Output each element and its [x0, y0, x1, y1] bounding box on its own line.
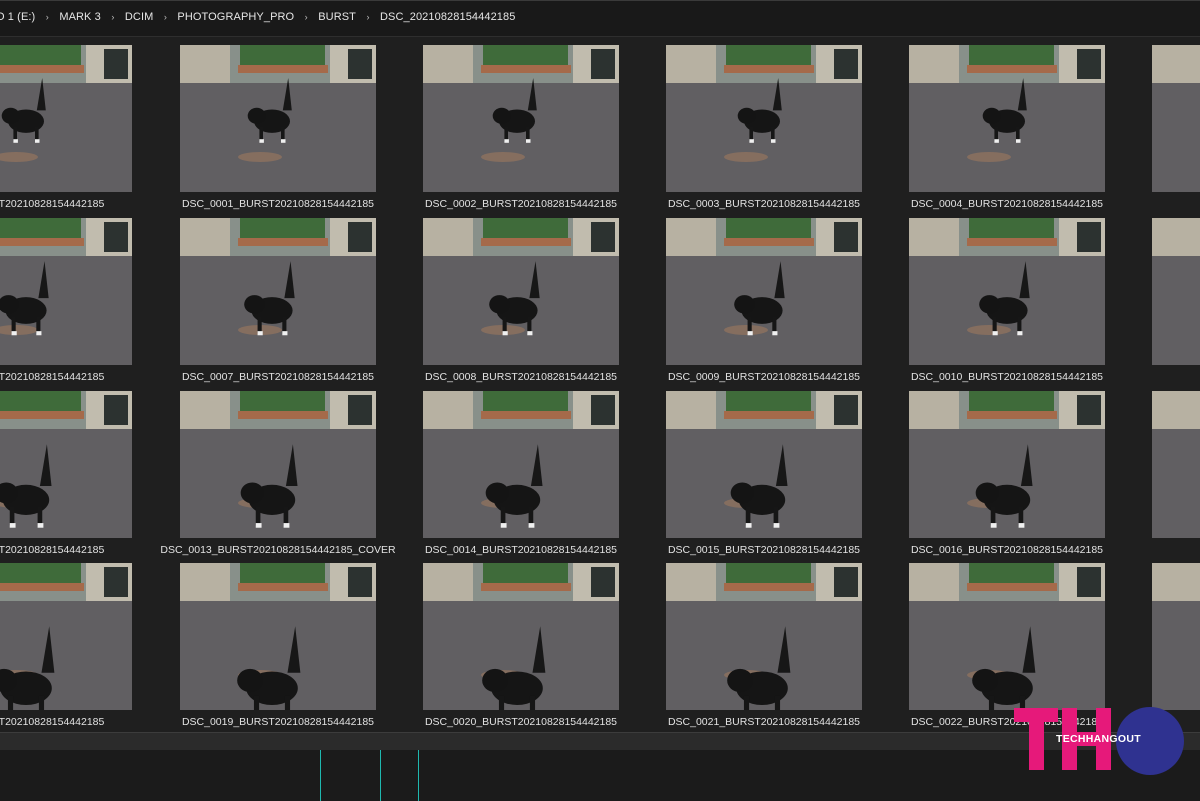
- thumbnail-image[interactable]: [666, 391, 862, 538]
- thumbnail-item[interactable]: DSC_0: [1152, 36, 1200, 209]
- thumbnail-item[interactable]: _BURST20210828154442185: [0, 554, 132, 728]
- logo-wordmark: TECHHANGOUT: [1056, 733, 1141, 745]
- thumbnail-item[interactable]: DSC_0008_BURST20210828154442185: [423, 209, 619, 383]
- breadcrumb-separator: ›: [163, 12, 167, 22]
- breadcrumb-item[interactable]: O 1 (E:): [0, 11, 35, 23]
- thumbnail-image[interactable]: [1152, 563, 1200, 710]
- thumbnail-item[interactable]: DSC_0014_BURST20210828154442185: [423, 382, 619, 556]
- thumbnail-image[interactable]: [180, 563, 376, 710]
- breadcrumb-item[interactable]: MARK 3: [59, 11, 101, 23]
- thumbnail-image[interactable]: [180, 218, 376, 365]
- breadcrumb-item[interactable]: BURST: [318, 11, 356, 23]
- timeline-marker[interactable]: [380, 750, 381, 801]
- techhangout-logo: TECHHANGOUT: [1014, 706, 1184, 775]
- thumbnail-image[interactable]: [423, 391, 619, 538]
- thumbnail-image[interactable]: [909, 45, 1105, 192]
- thumbnail-item[interactable]: DSC_0019_BURST20210828154442185: [180, 554, 376, 728]
- thumbnail-image[interactable]: [666, 45, 862, 192]
- thumbnail-item[interactable]: DSC_0009_BURST20210828154442185: [666, 209, 862, 383]
- thumbnail-image[interactable]: [423, 45, 619, 192]
- thumbnail-item[interactable]: DSC_0004_BURST20210828154442185: [909, 36, 1105, 210]
- breadcrumb: O 1 (E:) › MARK 3 › DCIM › PHOTOGRAPHY_PRO › BUR…: [0, 11, 515, 23]
- thumbnail-grid: _BURST20210828154442185 DSC_0001_BURST202…: [0, 36, 1200, 732]
- breadcrumb-separator: ›: [304, 12, 308, 22]
- thumbnail-image[interactable]: [0, 45, 132, 192]
- thumbnail-image[interactable]: [909, 391, 1105, 538]
- thumbnail-item[interactable]: DSC_0002_BURST20210828154442185: [423, 36, 619, 210]
- thumbnail-image[interactable]: [1152, 218, 1200, 365]
- address-bar-border: [0, 0, 1200, 1]
- thumbnail-image[interactable]: [666, 218, 862, 365]
- thumbnail-item[interactable]: _BURST20210828154442185: [0, 382, 132, 556]
- thumbnail-item[interactable]: DSC_0001_BURST20210828154442185: [180, 36, 376, 210]
- thumbnail-image[interactable]: [1152, 45, 1200, 192]
- thumbnail-item[interactable]: _BURST20210828154442185: [0, 36, 132, 210]
- thumbnail-item[interactable]: DSC_0: [1152, 382, 1200, 555]
- thumbnail-image[interactable]: [666, 563, 862, 710]
- thumbnail-image[interactable]: [180, 45, 376, 192]
- thumbnail-item[interactable]: DSC_0: [1152, 554, 1200, 727]
- timeline-marker[interactable]: [320, 750, 321, 801]
- thumbnail-filename: DSC_0021_BURST20210828154442185: [667, 716, 861, 728]
- thumbnail-image[interactable]: [1152, 391, 1200, 538]
- thumbnail-item[interactable]: DSC_0003_BURST20210828154442185: [666, 36, 862, 210]
- thumbnail-image[interactable]: [423, 218, 619, 365]
- thumbnail-image[interactable]: [423, 563, 619, 710]
- breadcrumb-separator: ›: [111, 12, 115, 22]
- thumbnail-image[interactable]: [909, 563, 1105, 710]
- thumbnail-item[interactable]: DSC_0020_BURST20210828154442185: [423, 554, 619, 728]
- thumbnail-image[interactable]: [180, 391, 376, 538]
- thumbnail-image[interactable]: [0, 218, 132, 365]
- thumbnail-image[interactable]: [909, 218, 1105, 365]
- thumbnail-item[interactable]: DSC_0022_BURST20210828154442185: [909, 554, 1105, 728]
- thumbnail-image[interactable]: [0, 563, 132, 710]
- thumbnail-filename: DSC_0019_BURST20210828154442185: [181, 716, 375, 728]
- thumbnail-item[interactable]: DSC_0015_BURST20210828154442185: [666, 382, 862, 556]
- thumbnail-item[interactable]: DSC_0021_BURST20210828154442185: [666, 554, 862, 728]
- thumbnail-item[interactable]: DSC_0013_BURST20210828154442185_COVER: [160, 382, 396, 556]
- timeline-marker[interactable]: [418, 750, 419, 801]
- breadcrumb-separator: ›: [366, 12, 370, 22]
- thumbnail-filename: DSC_0020_BURST20210828154442185: [424, 716, 618, 728]
- breadcrumb-item[interactable]: DCIM: [125, 11, 154, 23]
- breadcrumb-item[interactable]: DSC_20210828154442185: [380, 11, 515, 23]
- thumbnail-item[interactable]: DSC_0016_BURST20210828154442185: [909, 382, 1105, 556]
- address-bar[interactable]: O 1 (E:) › MARK 3 › DCIM › PHOTOGRAPHY_PRO › BUR…: [0, 0, 1200, 37]
- thumbnail-item[interactable]: DSC_0010_BURST20210828154442185: [909, 209, 1105, 383]
- breadcrumb-separator: ›: [45, 12, 49, 22]
- thumbnail-item[interactable]: DSC_0007_BURST20210828154442185: [180, 209, 376, 383]
- thumbnail-item[interactable]: DSC_0: [1152, 209, 1200, 382]
- breadcrumb-item[interactable]: PHOTOGRAPHY_PRO: [177, 11, 294, 23]
- thumbnail-item[interactable]: _BURST20210828154442185: [0, 209, 132, 383]
- thumbnail-image[interactable]: [0, 391, 132, 538]
